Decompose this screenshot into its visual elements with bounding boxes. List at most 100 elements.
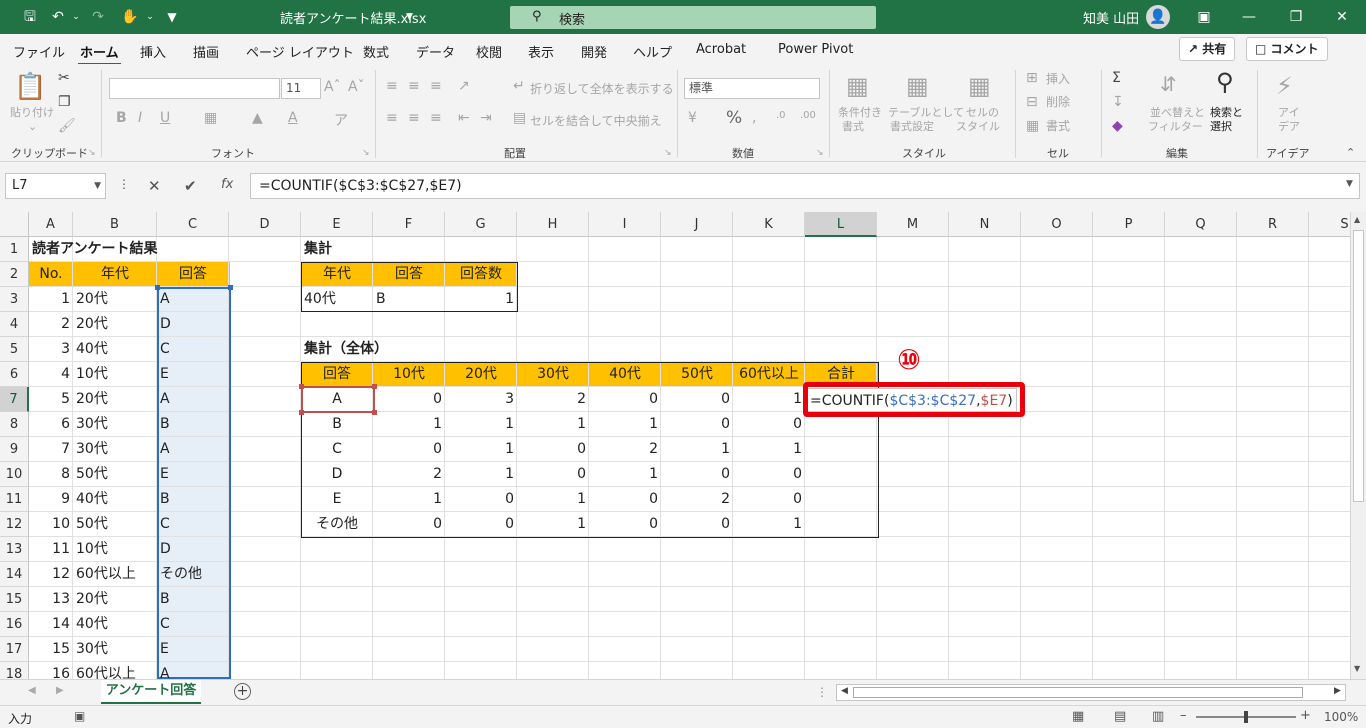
column-header-h[interactable]: H <box>517 212 589 237</box>
scroll-down-icon[interactable]: ▼ <box>1354 664 1360 673</box>
record-answer[interactable]: E <box>157 637 229 662</box>
record-no[interactable]: 1 <box>29 287 73 312</box>
touch-mode-icon[interactable]: ✋ <box>120 7 140 27</box>
font-size-combo[interactable]: 11 <box>281 78 321 99</box>
fill-icon[interactable]: ↧ <box>1112 94 1124 110</box>
insert-label[interactable]: 挿入 <box>1046 72 1070 86</box>
underline-icon[interactable]: U <box>160 110 170 126</box>
total-header[interactable]: 40代 <box>589 362 661 387</box>
record-answer[interactable]: E <box>157 362 229 387</box>
search-box[interactable]: ⚲ 検索 <box>510 6 876 29</box>
tab-help[interactable]: ヘルプ <box>633 42 672 61</box>
decrease-indent-icon[interactable]: ⇤ <box>458 110 470 126</box>
tab-page-layout[interactable]: ページ レイアウト <box>246 42 354 61</box>
summary-title[interactable]: 集計 <box>301 237 373 262</box>
total-answer[interactable]: D <box>301 462 373 487</box>
total-count[interactable]: 0 <box>517 437 589 462</box>
format-painter-icon[interactable]: 🖌 <box>58 118 76 134</box>
increase-indent-icon[interactable]: ⇥ <box>480 110 492 126</box>
record-age[interactable]: 60代以上 <box>73 662 157 679</box>
zoom-level[interactable]: 100% <box>1324 710 1358 724</box>
tab-developer[interactable]: 開発 <box>581 42 607 61</box>
increase-decimal-icon[interactable]: .0 <box>776 110 786 121</box>
name-box-dropdown-icon[interactable]: ▼ <box>94 174 101 198</box>
delete-cells-icon[interactable]: ⊟ <box>1026 94 1038 110</box>
ideas-label-1[interactable]: アイ <box>1278 106 1299 120</box>
decrease-decimal-icon[interactable]: .00 <box>800 110 816 121</box>
record-answer[interactable]: A <box>157 287 229 312</box>
record-answer[interactable]: A <box>157 437 229 462</box>
column-header-i[interactable]: I <box>589 212 661 237</box>
total-count[interactable]: 1 <box>445 437 517 462</box>
cell-style-icon[interactable]: ▦ <box>968 72 991 100</box>
record-answer[interactable]: B <box>157 412 229 437</box>
total-count[interactable]: 0 <box>589 387 661 412</box>
zoom-slider-thumb[interactable] <box>1244 711 1248 723</box>
column-header-c[interactable]: C <box>157 212 229 237</box>
orientation-icon[interactable]: ↗ <box>458 78 470 94</box>
record-no[interactable]: 13 <box>29 587 73 612</box>
minimize-icon[interactable]: — <box>1239 7 1259 27</box>
find-select-label-1[interactable]: 検索と <box>1210 106 1243 120</box>
tab-power-pivot[interactable]: Power Pivot <box>778 42 853 57</box>
copy-icon[interactable]: ❐ <box>58 94 71 110</box>
tab-insert[interactable]: 挿入 <box>140 42 166 61</box>
row-header-14[interactable]: 14 <box>0 562 29 587</box>
total-count[interactable]: 1 <box>373 412 445 437</box>
total-count[interactable]: 0 <box>733 487 805 512</box>
record-age[interactable]: 50代 <box>73 512 157 537</box>
column-header-e[interactable]: E <box>301 212 373 237</box>
number-format-combo[interactable]: 標準 <box>684 78 820 99</box>
total-count[interactable]: 1 <box>517 412 589 437</box>
font-color-icon[interactable]: A <box>288 110 298 126</box>
hscroll-thumb[interactable] <box>853 687 1303 698</box>
delete-label[interactable]: 削除 <box>1046 95 1070 109</box>
row-header-11[interactable]: 11 <box>0 487 29 512</box>
record-answer[interactable]: E <box>157 462 229 487</box>
close-icon[interactable]: ✕ <box>1332 7 1352 27</box>
total-count[interactable]: 1 <box>373 487 445 512</box>
align-left-icon[interactable]: ≡ <box>386 110 398 126</box>
record-no[interactable]: 3 <box>29 337 73 362</box>
column-header-b[interactable]: B <box>73 212 157 237</box>
phonetic-icon[interactable]: ア <box>334 110 348 130</box>
total-count[interactable]: 0 <box>445 487 517 512</box>
conditional-format-icon[interactable]: ▦ <box>846 72 869 100</box>
record-no[interactable]: 10 <box>29 512 73 537</box>
record-age[interactable]: 40代 <box>73 337 157 362</box>
number-launcher-icon[interactable]: ↘ <box>816 148 824 158</box>
total-count[interactable]: 0 <box>589 512 661 537</box>
format-table-label-2[interactable]: 書式設定 <box>890 120 934 134</box>
row-header-17[interactable]: 17 <box>0 637 29 662</box>
column-header-q[interactable]: Q <box>1165 212 1237 237</box>
record-no[interactable]: 11 <box>29 537 73 562</box>
align-center-icon[interactable]: ≡ <box>408 110 420 126</box>
ideas-label-2[interactable]: デア <box>1278 120 1300 134</box>
accessibility-icon[interactable]: ▣ <box>74 709 85 723</box>
italic-icon[interactable]: I <box>138 110 142 126</box>
clipboard-launcher-icon[interactable]: ↘ <box>88 148 96 158</box>
record-age[interactable]: 40代 <box>73 487 157 512</box>
record-answer[interactable]: D <box>157 312 229 337</box>
scroll-up-icon[interactable]: ▲ <box>1354 215 1360 224</box>
vertical-scrollbar[interactable]: ▲ ▼ <box>1350 212 1366 679</box>
ideas-icon[interactable]: ⚡ <box>1276 72 1293 100</box>
row-header-18[interactable]: 18 <box>0 662 29 679</box>
worksheet-grid[interactable]: ABCDEFGHIJKLMNOPQRS 1 2 3 4 5 6 7 8 9 10 11 12 13 14 1… <box>0 212 1350 679</box>
total-count[interactable]: 0 <box>661 412 733 437</box>
scroll-thumb[interactable] <box>1353 230 1364 502</box>
font-launcher-icon[interactable]: ↘ <box>362 148 370 158</box>
alignment-launcher-icon[interactable]: ↘ <box>664 148 672 158</box>
row-header-7[interactable]: 7 <box>0 387 29 412</box>
total-answer[interactable]: B <box>301 412 373 437</box>
align-top-icon[interactable]: ≡ <box>386 78 398 94</box>
column-header-s[interactable]: S <box>1309 212 1350 237</box>
record-answer[interactable]: C <box>157 512 229 537</box>
total-header[interactable]: 20代 <box>445 362 517 387</box>
column-header-j[interactable]: J <box>661 212 733 237</box>
column-header-n[interactable]: N <box>949 212 1021 237</box>
record-answer[interactable]: その他 <box>157 562 229 587</box>
formula-input[interactable]: =COUNTIF($C$3:$C$27,$E7) <box>250 173 1360 199</box>
sheet-title[interactable]: 読者アンケート結果 <box>29 237 157 262</box>
record-no[interactable]: 12 <box>29 562 73 587</box>
